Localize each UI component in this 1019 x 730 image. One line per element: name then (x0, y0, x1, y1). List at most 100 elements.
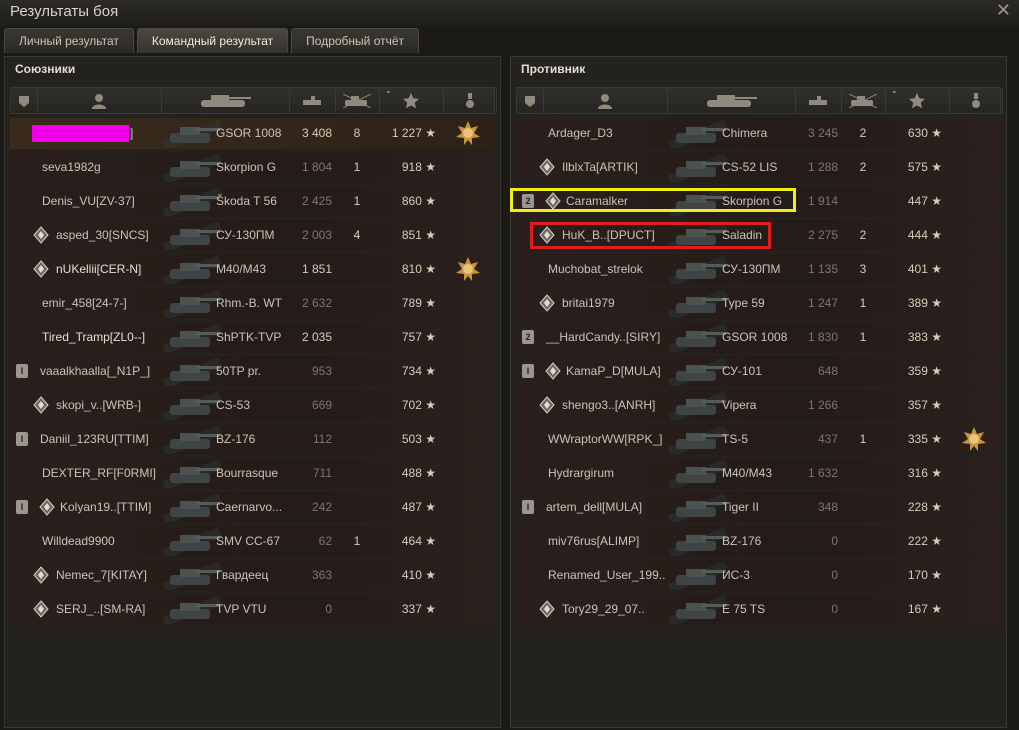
damage-value: 711 (312, 466, 332, 480)
tank-image (162, 561, 222, 593)
experience-value: 167 ★ (907, 602, 942, 616)
tank-name: E 75 TS (722, 602, 766, 616)
vehicle-class-sort-icon[interactable] (11, 88, 38, 113)
tank-image (668, 119, 728, 151)
player-name: SERJ_..[SM-RA] (56, 602, 146, 616)
kills-value: 1 (353, 160, 361, 174)
clan-emblem-icon (32, 226, 50, 244)
damage-value: 0 (831, 534, 838, 548)
tank-image (668, 459, 728, 491)
player-row[interactable]: Iartem_dell[MULA] Tiger II 348 228 ★ (516, 492, 1001, 525)
player-name: skopi_v..[WRB-] (56, 398, 142, 412)
damage-sort-icon[interactable] (289, 88, 336, 113)
player-name: IlblxTa[ARTIK] (562, 160, 638, 174)
player-row[interactable]: miv76rus[ALIMP] BZ-176 0 222 ★ (516, 526, 1001, 559)
player-row[interactable]: Nemec_7[KITAY] Гвардеец 363 410 ★ (10, 560, 495, 593)
player-name: Tory29_29_07.. (562, 602, 645, 616)
player-row[interactable]: Tired_Tramp[ZL0--] ShPTK-TVP 2 035 757 ★ (10, 322, 495, 355)
tank-name: Saladin (722, 228, 763, 242)
experience-value: 630 ★ (907, 126, 942, 140)
tank-name: BZ-176 (722, 534, 762, 548)
kills-value: 1 (353, 534, 361, 548)
player-row[interactable]: asped_30[SNCS] СУ-130ПМ 2 003 4 851 ★ (10, 220, 495, 253)
player-row[interactable]: ] GSOR 1008 3 408 8 1 227 ★ (10, 118, 495, 151)
tank-name: СУ-101 (722, 364, 762, 378)
player-row[interactable]: HuK_B..[DPUCT] Saladin 2 275 2 444 ★ (516, 220, 1001, 253)
damage-value: 1 914 (807, 194, 838, 208)
player-name: Hydrargirum (548, 466, 615, 480)
player-row[interactable]: nUKellii[CER-N] M40/M43 1 851 810 ★ (10, 254, 495, 287)
player-row[interactable]: Denis_VU[ZV-37] Škoda T 56 2 425 1 860 ★ (10, 186, 495, 219)
tank-name: CS-53 (216, 398, 251, 412)
player-row[interactable]: WWraptorWW[RPK_] TS-5 437 1 335 ★ (516, 424, 1001, 457)
tank-image (668, 323, 728, 355)
damage-value: 1 851 (301, 262, 332, 276)
player-row[interactable]: DEXTER_RF[F0RMI] Bourrasque 711 488 ★ (10, 458, 495, 491)
medal-sort-icon[interactable] (443, 88, 497, 113)
player-name: Nemec_7[KITAY] (56, 568, 147, 582)
medal-sort-icon[interactable] (949, 88, 1003, 113)
kills-sort-icon[interactable] (841, 88, 886, 113)
tank-name: 50TP pr. (216, 364, 262, 378)
player-name: WWraptorWW[RPK_] (548, 432, 663, 446)
enemies-list: Ardager_D3 Chimera 3 245 2 630 ★ IlblxTa[ARTI… (516, 118, 1001, 628)
player-row[interactable]: Ardager_D3 Chimera 3 245 2 630 ★ (516, 118, 1001, 151)
player-row[interactable]: SERJ_..[SM-RA] TVP VTU 0 337 ★ (10, 594, 495, 627)
player-sort-icon[interactable] (37, 88, 162, 113)
window-title: Результаты боя (10, 3, 119, 20)
player-row[interactable]: I Kolyan19..[TTIM] Caernarvo... 242 487 ★ (10, 492, 495, 525)
player-name: vaaalkhaalla[_N1P_] (40, 364, 151, 378)
player-row[interactable]: Ivaaalkhaalla[_N1P_] 50TP pr. 953 734 ★ (10, 356, 495, 389)
tank-sort-icon[interactable] (667, 88, 796, 113)
damage-value: 648 (817, 364, 838, 378)
player-row[interactable]: 2 Caramalker Skorpion G 1 914 447 ★ (516, 186, 1001, 219)
close-icon[interactable]: ✕ (996, 0, 1011, 21)
player-row[interactable]: skopi_v..[WRB-] CS-53 669 702 ★ (10, 390, 495, 423)
experience-value: 228 ★ (907, 500, 942, 514)
player-row[interactable]: Tory29_29_07.. E 75 TS 0 167 ★ (516, 594, 1001, 627)
tank-name: Škoda T 56 (216, 194, 277, 208)
player-sort-icon[interactable] (543, 88, 668, 113)
kills-value: 1 (859, 296, 867, 310)
sort-arrow-icon: ⌄ (891, 86, 898, 95)
player-row[interactable]: shengo3..[ANRH] Vipera 1 266 357 ★ (516, 390, 1001, 423)
experience-value: 851 ★ (401, 228, 436, 242)
kills-sort-icon[interactable] (335, 88, 380, 113)
clan-emblem-icon (538, 226, 556, 244)
player-row[interactable]: seva1982g Skorpion G 1 804 1 918 ★ (10, 152, 495, 185)
vehicle-class-sort-icon[interactable] (517, 88, 544, 113)
medal-icon (456, 257, 480, 281)
tank-name: TS-5 (722, 432, 749, 446)
player-row[interactable]: Willdead9900 SMV CC-67 62 1 464 ★ (10, 526, 495, 559)
experience-value: 389 ★ (907, 296, 942, 310)
player-row[interactable]: I KamaP_D[MULA] СУ-101 648 359 ★ (516, 356, 1001, 389)
player-name: asped_30[SNCS] (56, 228, 149, 242)
player-row[interactable]: Hydrargirum M40/M43 1 632 316 ★ (516, 458, 1001, 491)
allies-panel: Союзники ⌄ ] GSOR 1008 3 408 8 1 227 ★ seva19… (4, 56, 501, 728)
clan-emblem-icon (32, 566, 50, 584)
window-titlebar: Результаты боя ✕ (0, 0, 1019, 26)
player-row[interactable]: Muchobat_strelok СУ-130ПМ 1 135 3 401 ★ (516, 254, 1001, 287)
player-row[interactable]: Renamed_User_199.. ИС-3 0 170 ★ (516, 560, 1001, 593)
tank-image (668, 527, 728, 559)
squad-icon: I (16, 364, 28, 378)
player-row[interactable]: I Daniil_123RU[TTIM] BZ-176 112 503 ★ (10, 424, 495, 457)
player-row[interactable]: britai1979 Type 59 1 247 1 389 ★ (516, 288, 1001, 321)
damage-value: 1 804 (301, 160, 332, 174)
tank-image (668, 187, 728, 219)
player-row[interactable]: emir_458[24-7-] Rhm.-B. WT 2 632 789 ★ (10, 288, 495, 321)
experience-value: 316 ★ (907, 466, 942, 480)
experience-value: 487 ★ (401, 500, 436, 514)
player-name: seva1982g (42, 160, 101, 174)
tab-detailed-report[interactable]: Подробный отчёт (291, 28, 420, 53)
squad-icon: I (16, 500, 28, 514)
damage-sort-icon[interactable] (795, 88, 842, 113)
player-row[interactable]: 2 __HardCandy..[SIRY] GSOR 1008 1 830 1 383 ★ (516, 322, 1001, 355)
clan-emblem-icon (544, 192, 562, 210)
player-row[interactable]: IlblxTa[ARTIK] CS-52 LIS 1 288 2 575 ★ (516, 152, 1001, 185)
tank-sort-icon[interactable] (161, 88, 290, 113)
experience-value: 1 227 ★ (391, 126, 436, 140)
player-name: DEXTER_RF[F0RMI] (42, 466, 157, 480)
tab-team-result[interactable]: Командный результат (136, 28, 289, 53)
tab-personal-result[interactable]: Личный результат (4, 28, 134, 53)
